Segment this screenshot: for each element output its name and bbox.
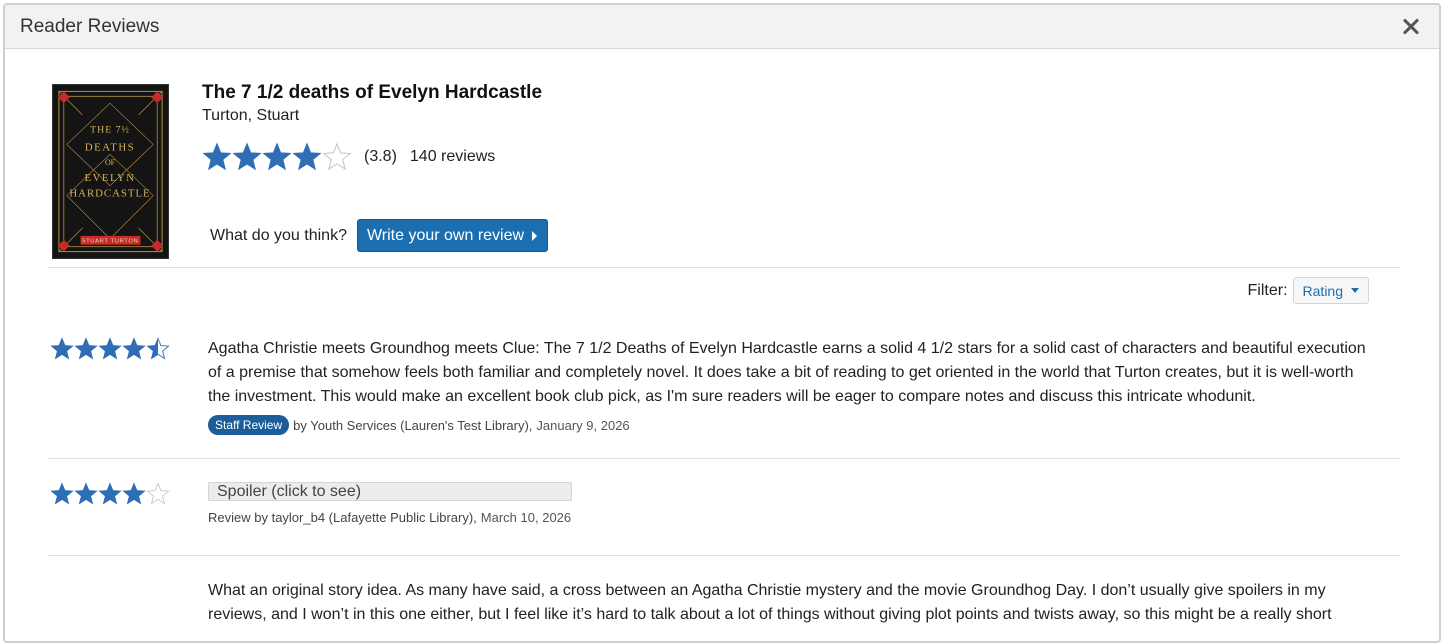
review-rating-stars [50,482,170,505]
filter-select[interactable]: Rating [1292,277,1369,304]
review-text: What an original story idea. As many hav… [208,582,1332,623]
star-empty-icon [146,482,170,505]
cover-title-line-1: THE 7½ [90,125,130,136]
average-rating-stars [202,142,352,171]
star-full-icon [232,142,262,171]
review-item: What an original story idea. As many hav… [50,579,1400,639]
review-body: Spoiler (click to see) Review by taylor_… [208,482,1378,525]
write-review-row: What do you think? Write your own review [210,219,549,252]
cover-title-line-3: OF [105,158,116,167]
review-meta: Review by taylor_b4 (Lafayette Public Li… [208,510,1378,525]
review-date: March 10, 2026 [480,510,572,525]
star-full-icon [262,142,292,171]
average-rating: (3.8) 140 reviews [202,142,495,171]
review-byline: Review by taylor_b4 (Lafayette Public Li… [208,510,477,525]
reader-reviews-dialog: Reader Reviews THE 7½ DEATHS OF EVELYN H… [3,3,1441,643]
filter-selected-value: Rating [1302,282,1343,299]
star-full-icon [122,337,146,360]
spoiler-toggle[interactable]: Spoiler (click to see) [208,482,572,501]
review-item: Agatha Christie meets Groundhog meets Cl… [50,337,1400,437]
caret-right-icon [532,230,538,241]
star-full-icon [74,337,98,360]
review-body: What an original story idea. As many hav… [208,579,1378,627]
review-meta: Staff Review by Youth Services (Lauren's… [208,415,1378,435]
rating-score: (3.8) [364,147,397,165]
chevron-down-icon [1351,288,1359,293]
divider [48,458,1400,459]
review-byline: by Youth Services (Lauren's Test Library… [293,417,533,433]
star-full-icon [50,482,74,505]
star-empty-icon [322,142,352,171]
divider [48,555,1400,556]
review-text: Agatha Christie meets Groundhog meets Cl… [208,340,1366,405]
cover-author: STUART TURTON [82,239,139,245]
review-rating-stars [50,337,170,360]
staff-review-badge: Staff Review [208,415,290,435]
book-cover-image[interactable]: THE 7½ DEATHS OF EVELYN HARDCASTLE STUAR… [52,84,169,259]
divider [48,267,1400,268]
write-review-button[interactable]: Write your own review [356,219,549,252]
close-icon[interactable] [1399,15,1423,39]
star-full-icon [122,482,146,505]
star-full-icon [98,482,122,505]
dialog-header: Reader Reviews [5,5,1439,49]
star-full-icon [50,337,74,360]
star-full-icon [202,142,232,171]
write-review-prompt: What do you think? [210,226,347,244]
book-title[interactable]: The 7 1/2 deaths of Evelyn Hardcastle [202,82,542,104]
filter-control: Filter: Rating [1248,277,1369,304]
cover-title-line-4: EVELYN [85,172,136,184]
review-body: Agatha Christie meets Groundhog meets Cl… [208,337,1378,435]
cover-title-line-2: DEATHS [85,141,135,153]
write-review-button-label: Write your own review [366,226,525,244]
star-full-icon [74,482,98,505]
review-count: 140 reviews [409,147,496,165]
star-half-icon [146,337,170,360]
book-summary: THE 7½ DEATHS OF EVELYN HARDCASTLE STUAR… [5,49,1439,269]
review-item: Spoiler (click to see) Review by taylor_… [50,482,1400,542]
cover-title-line-5: HARDCASTLE [69,188,150,200]
star-full-icon [292,142,322,171]
review-date: January 9, 2026 [536,417,630,433]
filter-label: Filter: [1247,281,1288,299]
star-full-icon [98,337,122,360]
book-author: Turton, Stuart [202,107,300,124]
dialog-title: Reader Reviews [20,15,160,37]
